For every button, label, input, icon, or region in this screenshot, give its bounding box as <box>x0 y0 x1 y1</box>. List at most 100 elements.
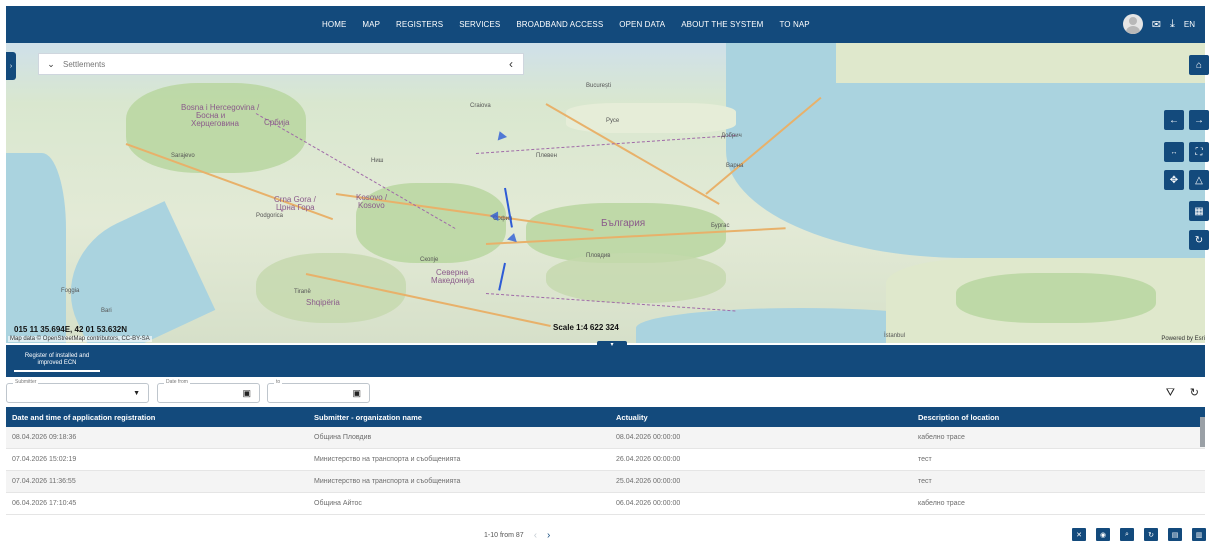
map-label-craiova: Craiova <box>470 103 491 109</box>
nav-to-nap[interactable]: TO NAP <box>771 20 817 29</box>
calendar-icon[interactable]: ▣ <box>242 388 251 399</box>
chevron-down-icon[interactable]: ⌄ <box>39 59 63 70</box>
map-feature-line[interactable] <box>498 262 506 291</box>
map-label-makedonija2: Македонија <box>431 276 475 285</box>
clear-button[interactable]: ✕ <box>1072 528 1086 541</box>
cell-registration-time: 07.04.2026 11:36:55 <box>12 478 76 485</box>
collapse-search-icon[interactable]: ‹ <box>499 57 523 71</box>
cell-description: кабелно трасе <box>918 500 965 507</box>
date-to-label: to <box>274 379 283 385</box>
table-row[interactable]: 06.04.2026 17:10:45 Община Айтос 06.04.2… <box>6 493 1205 515</box>
dropdown-arrow-icon: ▼ <box>133 390 140 397</box>
settlements-search: ⌄ ‹ <box>38 53 524 75</box>
map-label-plovdiv: Пловдив <box>586 253 611 259</box>
submitter-select[interactable]: Submitter ▼ <box>6 379 149 403</box>
adriatic-sea-south <box>46 201 216 343</box>
register-panel-bar: Register of installed and improved ECN <box>6 345 1205 377</box>
map-attribution: Map data © OpenStreetMap contributors, C… <box>8 336 152 342</box>
forest-area <box>126 83 306 173</box>
pan-button[interactable]: ✥ <box>1164 170 1184 190</box>
cell-submitter: Община Айтос <box>314 500 362 507</box>
column-header-actuality[interactable]: Actuality <box>610 413 912 422</box>
home-extent-button[interactable]: ⌂ <box>1189 55 1209 75</box>
map-label-istanbul: İstanbul <box>884 333 906 339</box>
mountain-area <box>256 253 406 323</box>
map-label-kosovo2: Kosovo <box>358 201 385 210</box>
land-north <box>836 43 1205 83</box>
cell-actuality: 26.04.2026 00:00:00 <box>616 456 681 463</box>
column-header-description[interactable]: Description of location <box>912 413 1205 422</box>
map-feature-marker[interactable] <box>507 231 519 243</box>
nav-registers[interactable]: REGISTERS <box>388 20 451 29</box>
previous-extent-button[interactable]: ← <box>1164 110 1184 130</box>
table-header: Date and time of application registratio… <box>6 407 1205 427</box>
download-icon[interactable]: ⤓ <box>1170 18 1175 31</box>
table-row[interactable]: 08.04.2026 09:18:36 Община Пловдив 08.04… <box>6 427 1205 449</box>
map-feature-marker[interactable] <box>494 129 508 141</box>
next-extent-button[interactable]: → <box>1189 110 1209 130</box>
export-button[interactable]: ▤ <box>1168 528 1182 541</box>
table-row[interactable]: 07.04.2026 11:36:55 Министерство на тран… <box>6 471 1205 493</box>
nav-map[interactable]: MAP <box>354 20 388 29</box>
map-label-srbija: Србија <box>264 118 290 127</box>
table-body: 08.04.2026 09:18:36 Община Пловдив 08.04… <box>6 427 1205 515</box>
table-scrollbar[interactable] <box>1200 417 1205 447</box>
map-label-podgorica: Podgorica <box>256 213 284 219</box>
cell-description: кабелно трасе <box>918 434 965 441</box>
cell-submitter: Министерство на транспорта и съобщенията <box>314 456 461 463</box>
cell-submitter: Община Пловдив <box>314 434 372 441</box>
measure-area-button[interactable]: ⛶ <box>1189 142 1209 162</box>
date-from-field[interactable]: Date from ▣ <box>157 379 260 403</box>
map-view[interactable]: Bosna i Hercegovina / Босна и Херцеговин… <box>6 43 1205 343</box>
avatar[interactable] <box>1122 14 1143 34</box>
top-navbar: HOME MAP REGISTERS SERVICES BROADBAND AC… <box>6 6 1205 43</box>
cell-description: тест <box>918 456 932 463</box>
cell-submitter: Министерство на транспорта и съобщенията <box>314 478 461 485</box>
table-row[interactable]: 07.04.2026 15:02:19 Министерство на тран… <box>6 449 1205 471</box>
map-label-bosna3: Херцеговина <box>191 119 239 128</box>
column-header-submitter[interactable]: Submitter - organization name <box>308 413 610 422</box>
map-label-dobrich: Добрич <box>721 133 742 139</box>
coordinates-readout: 015 11 35.694E, 42 01 53.632N <box>14 325 127 334</box>
filter-icon[interactable]: ⛛ <box>1166 387 1175 400</box>
settlements-search-input[interactable] <box>63 59 499 69</box>
refresh-map-button[interactable]: ↻ <box>1189 230 1209 250</box>
refresh-icon[interactable]: ↻ <box>1190 386 1199 399</box>
map-label-tirane: Tiranë <box>294 289 311 295</box>
calendar-icon[interactable]: ▣ <box>352 388 361 399</box>
language-switch[interactable]: EN <box>1184 20 1195 29</box>
cell-actuality: 25.04.2026 00:00:00 <box>616 478 681 485</box>
forest-area <box>956 273 1156 323</box>
collapse-panel-handle[interactable]: ▾ <box>597 341 627 349</box>
nav-open-data[interactable]: OPEN DATA <box>611 20 673 29</box>
view-button[interactable]: ◉ <box>1096 528 1110 541</box>
column-header-registration-time[interactable]: Date and time of application registratio… <box>6 413 308 422</box>
nav-broadband-access[interactable]: BROADBAND ACCESS <box>508 20 611 29</box>
map-label-bulgaria: България <box>601 218 646 229</box>
map-label-ruse: Русе <box>606 118 620 124</box>
adriatic-sea <box>6 153 66 343</box>
cell-description: тест <box>918 478 932 485</box>
main-nav: HOME MAP REGISTERS SERVICES BROADBAND AC… <box>314 6 818 43</box>
side-panel-toggle[interactable]: › <box>6 52 16 80</box>
next-page-icon[interactable]: › <box>547 530 550 541</box>
layers-button[interactable]: ▦ <box>1189 201 1209 221</box>
draw-polygon-button[interactable]: △ <box>1189 170 1209 190</box>
nav-home[interactable]: HOME <box>314 20 354 29</box>
nav-about-the-system[interactable]: ABOUT THE SYSTEM <box>673 20 771 29</box>
map-label-bucuresti: București <box>586 83 612 89</box>
powered-by: Powered by Esri <box>1161 336 1205 342</box>
tab-register-ecn[interactable]: Register of installed and improved ECN <box>14 353 100 372</box>
map-label-foggia: Foggia <box>61 288 80 294</box>
nav-services[interactable]: SERVICES <box>451 20 508 29</box>
zoom-button[interactable]: ⌕ <box>1120 528 1134 541</box>
prev-page-icon[interactable]: ‹ <box>534 530 537 541</box>
refresh-table-button[interactable]: ↻ <box>1144 528 1158 541</box>
pagination-info: 1-10 from 87 <box>484 532 524 539</box>
mail-icon[interactable]: ✉ <box>1152 18 1161 31</box>
export-alt-button[interactable]: ▥ <box>1192 528 1206 541</box>
date-to-field[interactable]: to ▣ <box>267 379 370 403</box>
cell-registration-time: 08.04.2026 09:18:36 <box>12 434 77 441</box>
measure-distance-button[interactable]: ↔ <box>1164 142 1184 162</box>
header-tools: ✉ ⤓ EN <box>1122 14 1195 34</box>
